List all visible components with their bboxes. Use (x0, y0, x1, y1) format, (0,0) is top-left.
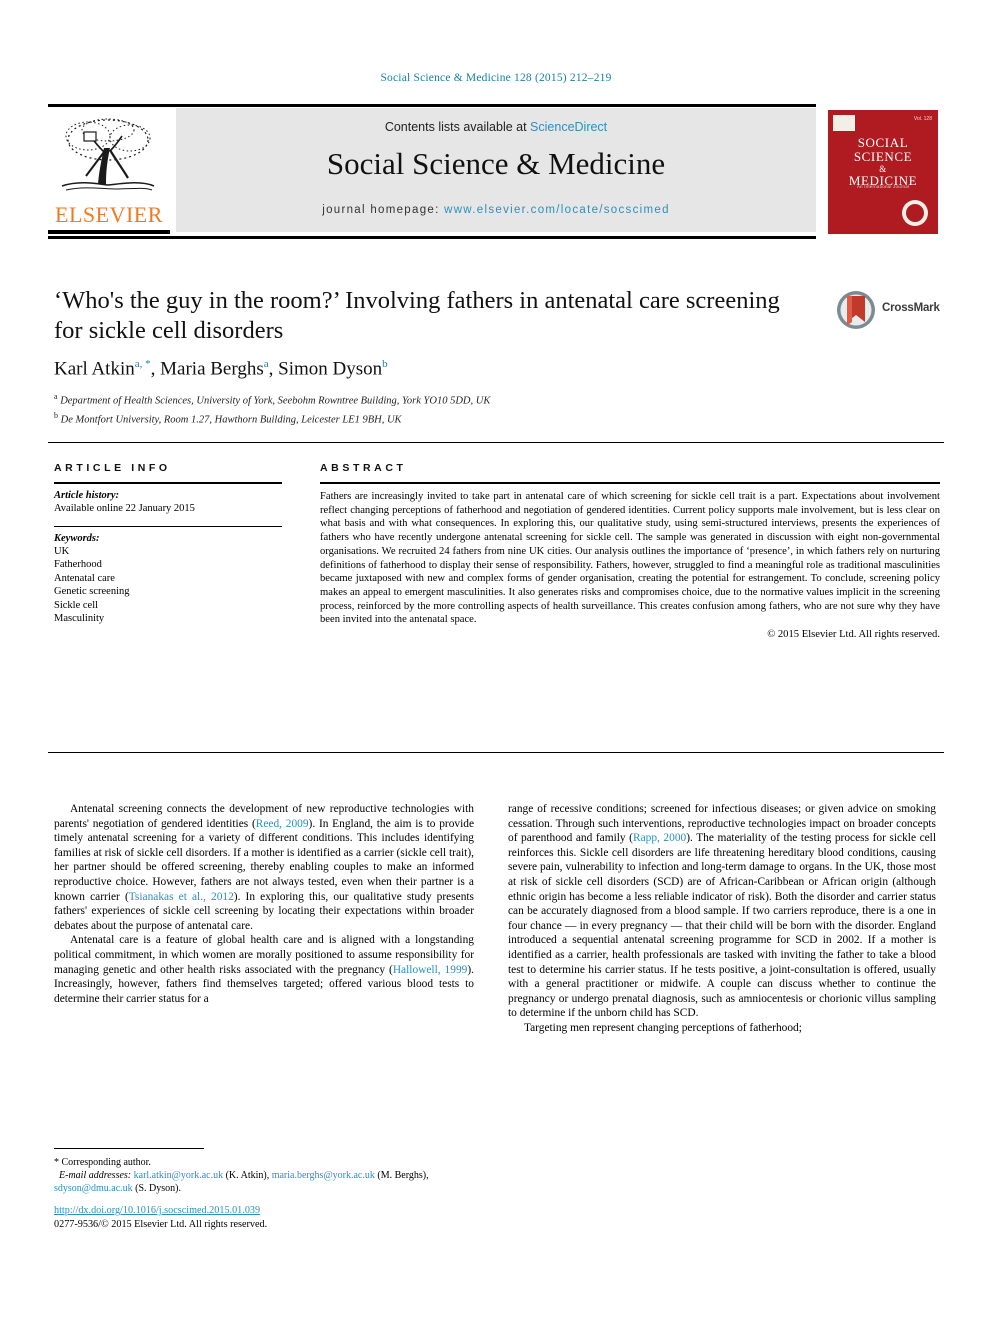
cover-artwork: Vol. 128 SOCIAL SCIENCE & MEDICINE An In… (828, 110, 938, 234)
article-page: Social Science & Medicine 128 (2015) 212… (0, 0, 992, 1323)
keyword-item: Sickle cell (54, 599, 99, 611)
banner-rule-bottom (48, 236, 816, 239)
affiliation-list: a Department of Health Sciences, Univers… (54, 390, 834, 427)
abstract-text: Fathers are increasingly invited to take… (320, 491, 940, 626)
body-paragraph: range of recessive conditions; screened … (508, 802, 936, 1021)
body-column-right: range of recessive conditions; screened … (508, 802, 936, 1036)
author-list: Karl Atkina, *, Maria Berghsa, Simon Dys… (54, 358, 388, 380)
banner-rule-top (48, 104, 816, 107)
cover-badge (833, 115, 855, 131)
corresponding-author-note: * Corresponding author. (54, 1157, 151, 1168)
email-addresses-label: E-mail addresses: (59, 1170, 132, 1181)
body-text: ). The materiality of the testing proces… (508, 832, 937, 1020)
body-paragraph: Antenatal screening connects the develop… (54, 802, 474, 933)
citation-link[interactable]: Rapp, 2000 (633, 832, 686, 844)
keywords-list: UK Fatherhood Antenatal care Genetic scr… (54, 545, 282, 626)
contents-available-line: Contents lists available at ScienceDirec… (176, 120, 816, 134)
email-owner: (K. Atkin) (225, 1170, 267, 1181)
article-history-label: Article history: (54, 490, 120, 501)
homepage-label: journal homepage: (322, 204, 440, 216)
email-link[interactable]: maria.berghs@york.ac.uk (272, 1170, 375, 1181)
cover-seal-inner (906, 204, 924, 222)
affiliation-mark-1: b (54, 410, 58, 420)
cover-title-line1: SOCIAL (857, 135, 909, 150)
journal-banner: ELSEVIER Contents lists available at Sci… (48, 104, 944, 239)
email-owner: (S. Dyson) (135, 1183, 179, 1194)
running-head: Social Science & Medicine 128 (2015) 212… (380, 72, 612, 84)
doi-link[interactable]: http://dx.doi.org/10.1016/j.socscimed.20… (54, 1204, 484, 1218)
affiliation-item: a Department of Health Sciences, Univers… (54, 390, 834, 409)
body-column-left: Antenatal screening connects the develop… (54, 802, 474, 1006)
keyword-item: UK (54, 545, 70, 557)
sciencedirect-link[interactable]: ScienceDirect (530, 120, 607, 134)
author-name-0: Karl Atkin (54, 358, 135, 380)
email-owner: (M. Berghs) (377, 1170, 427, 1181)
info-section-top-rule (48, 442, 944, 443)
info-section-bottom-rule (48, 752, 944, 753)
abstract-column: ABSTRACT Fathers are increasingly invite… (320, 462, 940, 640)
email-addresses-line: E-mail addresses: karl.atkin@york.ac.uk … (54, 1170, 429, 1194)
author-marks-1: a (263, 358, 269, 370)
page-title: ‘Who's the guy in the room?’ Involving f… (54, 287, 780, 344)
issn-copyright-line: 0277-9536/© 2015 Elsevier Ltd. All right… (54, 1219, 268, 1230)
elsevier-tree-icon (61, 118, 155, 191)
body-paragraph: Targeting men represent changing percept… (523, 1021, 802, 1034)
citation-link[interactable]: Hallowell, 1999 (393, 964, 468, 976)
footnote-block: * Corresponding author. E-mail addresses… (54, 1156, 478, 1195)
body-paragraph: Antenatal care is a feature of global he… (54, 933, 474, 1006)
cover-subtitle: An International Journal (856, 184, 910, 189)
keyword-item: Antenatal care (54, 572, 115, 584)
homepage-url-link[interactable]: www.elsevier.com/locate/socscimed (444, 204, 670, 216)
elsevier-logo[interactable]: ELSEVIER (48, 108, 170, 236)
footnote-rule (54, 1148, 204, 1149)
affiliation-item: b De Montfort University, Room 1.27, Haw… (54, 409, 834, 428)
elsevier-wordmark: ELSEVIER (55, 202, 163, 227)
journal-cover-thumbnail[interactable]: Vol. 128 SOCIAL SCIENCE & MEDICINE An In… (822, 106, 944, 236)
author-name-2: Simon Dyson (278, 358, 383, 380)
article-info-rule (54, 482, 282, 484)
elsevier-underline (48, 230, 170, 234)
affiliation-text-1: De Montfort University, Room 1.27, Hawth… (60, 414, 402, 425)
journal-homepage-line: journal homepage: www.elsevier.com/locat… (176, 204, 816, 216)
cover-issue-label: Vol. 128 (913, 116, 932, 122)
affiliation-text-0: Department of Health Sciences, Universit… (60, 395, 491, 407)
crossmark-icon (837, 291, 875, 329)
author-marks-0: a, * (134, 358, 151, 370)
contents-prefix: Contents lists available at (384, 120, 531, 134)
keyword-item: Masculinity (54, 613, 105, 624)
keyword-item: Fatherhood (54, 559, 102, 570)
email-link[interactable]: karl.atkin@york.ac.uk (134, 1170, 223, 1181)
affiliation-mark-0: a (54, 392, 58, 401)
title-block: ‘Who's the guy in the room?’ Involving f… (54, 286, 794, 346)
cover-seal-icon (902, 200, 928, 226)
article-info-column: ARTICLE INFO Article history: Available … (54, 462, 282, 626)
citation-link[interactable]: Tsianakas et al., 2012 (129, 891, 234, 903)
banner-content: Contents lists available at ScienceDirec… (176, 108, 816, 232)
article-info-heading: ARTICLE INFO (54, 462, 171, 474)
keywords-rule (54, 525, 282, 527)
keyword-item: Genetic screening (54, 586, 130, 597)
crossmark-label: CrossMark (882, 302, 940, 314)
email-link[interactable]: sdyson@dmu.ac.uk (54, 1183, 133, 1194)
cover-title: SOCIAL SCIENCE & MEDICINE (828, 136, 938, 188)
abstract-heading: ABSTRACT (320, 462, 407, 474)
citation-link[interactable]: Reed, 2009 (256, 818, 309, 830)
article-history-value: Available online 22 January 2015 (54, 503, 195, 514)
journal-title: Social Science & Medicine (326, 146, 666, 181)
abstract-rule (320, 482, 940, 484)
keywords-label: Keywords: (54, 532, 100, 544)
author-name-1: Maria Berghs (160, 358, 264, 380)
cover-title-line2: SCIENCE (853, 149, 913, 164)
abstract-copyright: © 2015 Elsevier Ltd. All rights reserved… (767, 629, 940, 641)
crossmark-badge[interactable]: CrossMark (836, 288, 944, 334)
author-marks-2: b (382, 358, 388, 370)
footer-block: http://dx.doi.org/10.1016/j.socscimed.20… (54, 1204, 484, 1232)
